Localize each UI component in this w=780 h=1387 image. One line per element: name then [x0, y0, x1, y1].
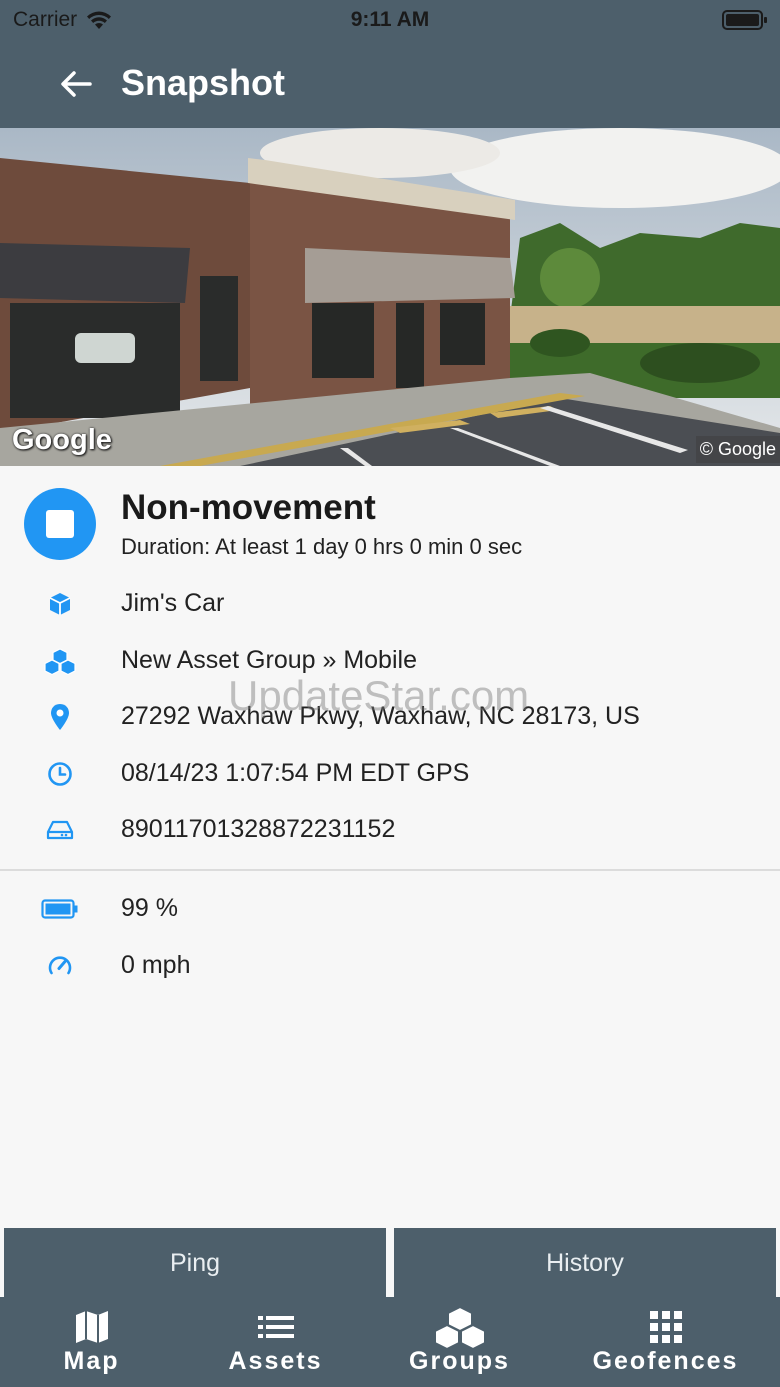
list-icon [183, 1307, 368, 1347]
status-battery-icon [722, 9, 768, 37]
tab-map[interactable]: Map [0, 1297, 183, 1387]
cube-icon [40, 590, 80, 618]
page-title: Snapshot [121, 62, 286, 103]
detail-row-asset: Jim's Car [0, 584, 780, 624]
location-pin-icon [40, 703, 80, 731]
speedometer-icon [40, 952, 80, 980]
tab-map-label: Map [63, 1347, 120, 1375]
ping-button[interactable]: Ping [4, 1228, 386, 1298]
detail-row-device: 89011701328872231152 [0, 810, 780, 850]
back-arrow-icon[interactable] [56, 64, 96, 104]
battery-icon [40, 895, 80, 923]
section-divider [0, 869, 780, 871]
device-id: 89011701328872231152 [121, 815, 396, 843]
grid-icon [551, 1307, 780, 1347]
asset-group: New Asset Group » Mobile [121, 646, 417, 674]
event-timestamp: 08/14/23 1:07:54 PM EDT GPS [121, 759, 470, 787]
stop-icon [24, 488, 96, 560]
detail-row-time: 08/14/23 1:07:54 PM EDT GPS [0, 754, 780, 794]
watermark: UpdateStar.com [228, 672, 530, 719]
cubes-icon [40, 647, 80, 675]
bottom-tab-bar: Map Assets Groups Geofences [0, 1297, 780, 1387]
app-header: Carrier 9:11 AM Snapshot [0, 0, 780, 128]
tab-assets-label: Assets [228, 1347, 323, 1375]
asset-name: Jim's Car [121, 589, 225, 617]
status-bar: Carrier 9:11 AM [0, 0, 780, 40]
event-title: Non-movement [121, 488, 376, 527]
nav-bar: Snapshot [0, 54, 780, 114]
device-icon [40, 816, 80, 844]
tab-groups[interactable]: Groups [368, 1297, 551, 1387]
history-button[interactable]: History [394, 1228, 776, 1298]
clock-icon [40, 760, 80, 788]
tab-geofences[interactable]: Geofences [551, 1297, 780, 1387]
street-view-image: Google © Google [0, 128, 780, 466]
status-time: 9:11 AM [350, 8, 430, 31]
google-logo: Google [12, 424, 112, 456]
tab-assets[interactable]: Assets [183, 1297, 368, 1387]
metric-row-battery: 99 % [0, 889, 780, 929]
tab-groups-label: Groups [409, 1347, 510, 1375]
action-bar: Ping History [0, 1228, 780, 1298]
cubes-icon [368, 1305, 551, 1349]
event-duration: Duration: At least 1 day 0 hrs 0 min 0 s… [121, 534, 523, 559]
metric-row-speed: 0 mph [0, 946, 780, 986]
speed-value: 0 mph [121, 951, 191, 979]
google-copyright: © Google [695, 436, 780, 463]
tab-geofences-label: Geofences [592, 1347, 739, 1375]
battery-level: 99 % [121, 894, 178, 922]
map-icon [0, 1307, 183, 1347]
